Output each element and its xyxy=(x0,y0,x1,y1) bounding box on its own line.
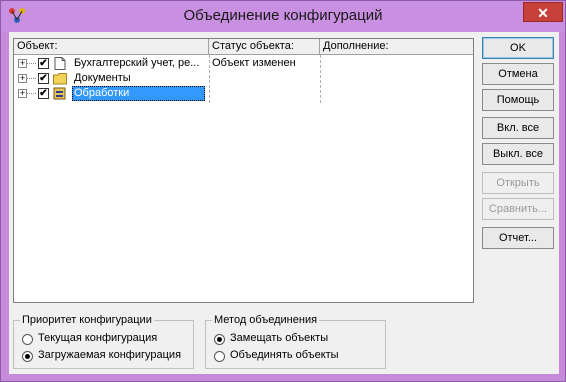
row-label: Бухгалтерский учет, ре... xyxy=(74,57,200,69)
row-checkbox[interactable]: ✔ xyxy=(38,88,49,99)
radio-label[interactable]: Замещать объекты xyxy=(230,332,328,344)
tree-connector xyxy=(27,93,36,94)
ok-button[interactable]: OK xyxy=(482,37,554,59)
tree-row[interactable]: + ✔ Бухгалтерский учет, ре... Объект изм… xyxy=(14,56,473,71)
title-bar[interactable]: Объединение конфигураций ✕ xyxy=(1,1,565,32)
priority-group: Приоритет конфигурации Текущая конфигура… xyxy=(13,314,194,369)
window-title: Объединение конфигураций xyxy=(183,7,383,24)
row-checkbox[interactable]: ✔ xyxy=(38,58,49,69)
tree-row[interactable]: + ✔ Документы xyxy=(14,71,473,86)
objects-grid[interactable]: Объект: Статус объекта: Дополнение: + ✔ … xyxy=(13,38,474,303)
radio-label[interactable]: Загружаемая конфигурация xyxy=(38,349,181,361)
help-button[interactable]: Помощь xyxy=(482,89,554,111)
open-button[interactable]: Открыть xyxy=(482,172,554,194)
expand-icon[interactable]: + xyxy=(18,59,27,68)
priority-group-title: Приоритет конфигурации xyxy=(20,314,154,326)
folder-icon xyxy=(53,73,67,85)
column-header-extra[interactable]: Дополнение: xyxy=(320,39,473,54)
radio-merge-objects[interactable] xyxy=(214,351,225,362)
grid-header: Объект: Статус объекта: Дополнение: xyxy=(14,39,473,55)
radio-loaded-config[interactable] xyxy=(22,351,33,362)
document-icon xyxy=(54,57,66,70)
tree-connector xyxy=(27,63,36,64)
radio-replace-objects[interactable] xyxy=(214,334,225,345)
row-label: Документы xyxy=(74,72,131,84)
row-checkbox[interactable]: ✔ xyxy=(38,73,49,84)
tree-connector xyxy=(27,78,36,79)
deselect-all-button[interactable]: Выкл. все xyxy=(482,143,554,165)
merge-method-group: Метод объединения Замещать объекты Объед… xyxy=(205,314,386,369)
select-all-button[interactable]: Вкл. все xyxy=(482,117,554,139)
merge-group-title: Метод объединения xyxy=(212,314,320,326)
column-header-status[interactable]: Статус объекта: xyxy=(209,39,320,54)
report-button[interactable]: Отчет... xyxy=(482,227,554,249)
radio-label[interactable]: Объединять объекты xyxy=(230,349,339,361)
expand-icon[interactable]: + xyxy=(18,89,27,98)
column-header-object[interactable]: Объект: xyxy=(14,39,209,54)
radio-current-config[interactable] xyxy=(22,334,33,345)
processing-icon xyxy=(53,87,66,100)
close-button[interactable]: ✕ xyxy=(523,2,563,22)
row-label-selected: Обработки xyxy=(72,86,205,101)
tree-row[interactable]: + ✔ Обработки xyxy=(14,86,473,101)
expand-icon[interactable]: + xyxy=(18,74,27,83)
cancel-button[interactable]: Отмена xyxy=(482,63,554,85)
compare-button[interactable]: Сравнить... xyxy=(482,198,554,220)
dialog-window: Объединение конфигураций ✕ Объект: Стату… xyxy=(0,0,566,382)
dialog-client-area: Объект: Статус объекта: Дополнение: + ✔ … xyxy=(9,32,559,374)
row-status: Объект изменен xyxy=(212,57,296,69)
radio-label[interactable]: Текущая конфигурация xyxy=(38,332,157,344)
